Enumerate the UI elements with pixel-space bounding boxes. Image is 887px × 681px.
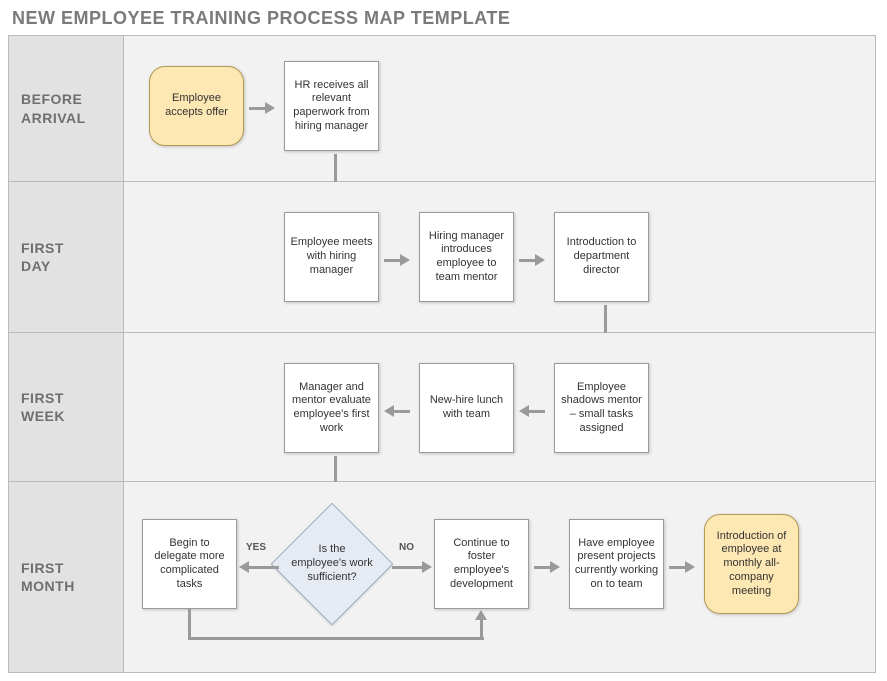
node-meets-manager: Employee meets with hiring manager xyxy=(284,212,379,302)
lane-label: FIRST WEEK xyxy=(21,389,65,425)
lane-label-cell: BEFORE ARRIVAL xyxy=(9,36,124,181)
node-dept-director: Introduction to department director xyxy=(554,212,649,302)
arrow-icon xyxy=(519,254,545,266)
lane-label: FIRST MONTH xyxy=(21,559,75,595)
node-all-company-meeting: Introduction of employee at monthly all-… xyxy=(704,514,799,614)
lane-canvas-first-month: Is the employee's work sufficient? YES B… xyxy=(124,482,875,672)
lane-first-week: FIRST WEEK Employee shadows mentor – sma… xyxy=(9,333,875,482)
arrow-icon xyxy=(519,405,545,417)
node-evaluate-work: Manager and mentor evaluate employee's f… xyxy=(284,363,379,453)
node-present-projects: Have employee present projects currently… xyxy=(569,519,664,609)
arrow-icon xyxy=(239,561,279,573)
lane-canvas-before-arrival: Employee accepts offer HR receives all r… xyxy=(124,36,875,181)
lane-first-day: FIRST DAY Employee meets with hiring man… xyxy=(9,182,875,333)
node-accepts-offer: Employee accepts offer xyxy=(149,66,244,146)
node-delegate-tasks: Begin to delegate more complicated tasks xyxy=(142,519,237,609)
node-hr-paperwork: HR receives all relevant paperwork from … xyxy=(284,61,379,151)
lane-label-cell: FIRST WEEK xyxy=(9,333,124,481)
lane-label: BEFORE ARRIVAL xyxy=(21,90,86,126)
arrow-icon xyxy=(475,610,487,640)
lane-label-cell: FIRST DAY xyxy=(9,182,124,332)
edge-label-yes: YES xyxy=(246,542,266,553)
arrow-icon xyxy=(249,102,275,114)
swimlane-diagram: BEFORE ARRIVAL Employee accepts offer HR… xyxy=(8,35,876,673)
lane-canvas-first-day: Employee meets with hiring manager Hirin… xyxy=(124,182,875,332)
arrow-icon xyxy=(392,561,432,573)
node-shadows-mentor: Employee shadows mentor – small tasks as… xyxy=(554,363,649,453)
connector-line xyxy=(188,637,484,640)
diagram-title: NEW EMPLOYEE TRAINING PROCESS MAP TEMPLA… xyxy=(8,8,879,29)
decision-work-sufficient: Is the employee's work sufficient? xyxy=(272,504,392,624)
arrow-icon xyxy=(384,405,410,417)
connector-line xyxy=(188,609,191,639)
lane-first-month: FIRST MONTH Is the employee's work suffi… xyxy=(9,482,875,672)
node-newhire-lunch: New-hire lunch with team xyxy=(419,363,514,453)
lane-label-cell: FIRST MONTH xyxy=(9,482,124,672)
lane-canvas-first-week: Employee shadows mentor – small tasks as… xyxy=(124,333,875,481)
node-team-mentor: Hiring manager introduces employee to te… xyxy=(419,212,514,302)
lane-label: FIRST DAY xyxy=(21,239,64,275)
arrow-icon xyxy=(384,254,410,266)
node-foster-development: Continue to foster employee's developmen… xyxy=(434,519,529,609)
arrow-icon xyxy=(534,561,560,573)
edge-label-no: NO xyxy=(399,542,414,553)
lane-before-arrival: BEFORE ARRIVAL Employee accepts offer HR… xyxy=(9,36,875,182)
arrow-icon xyxy=(669,561,695,573)
